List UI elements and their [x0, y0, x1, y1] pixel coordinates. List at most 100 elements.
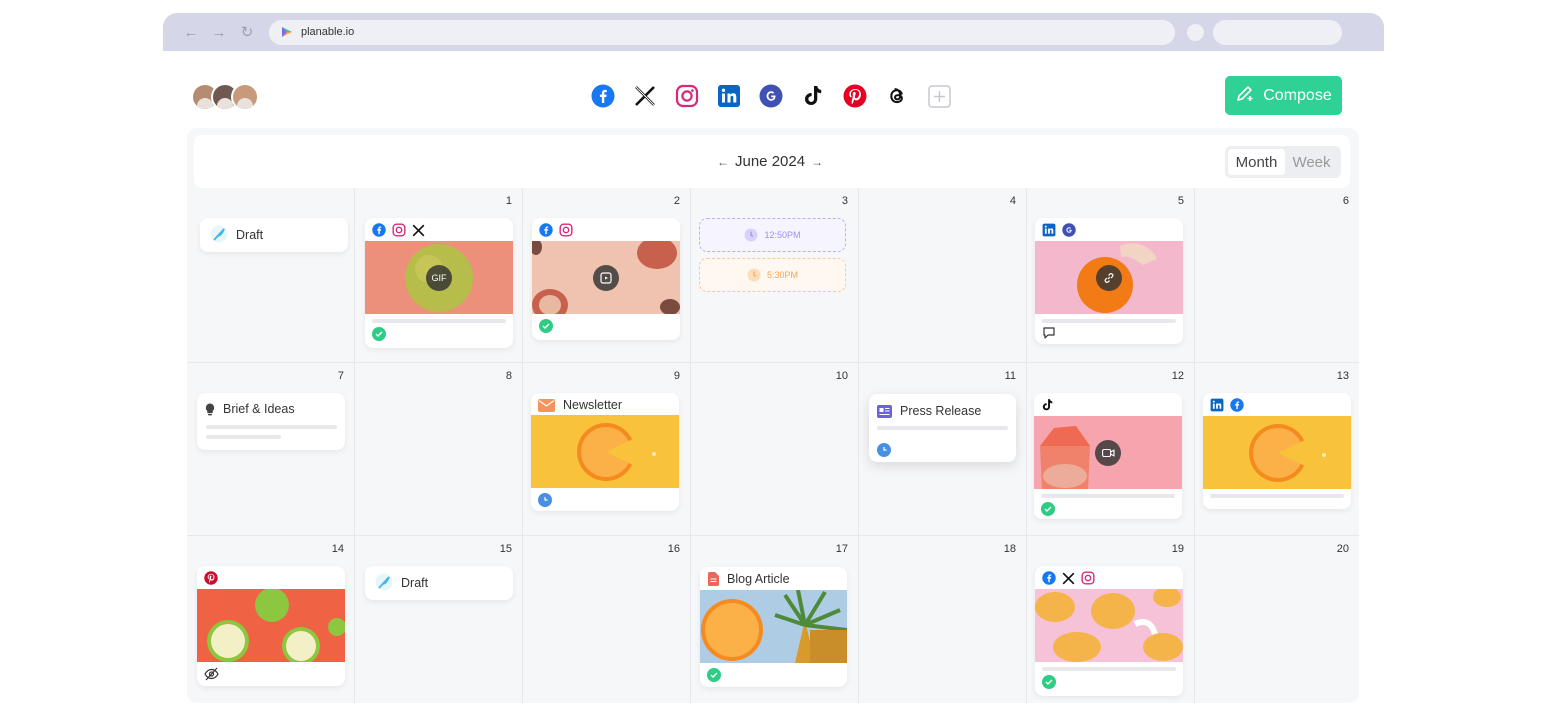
- forward-arrow-icon[interactable]: →: [205, 20, 233, 44]
- browser-window: ← → ↻ planable.io Compose ← June 2024 → …: [163, 13, 1384, 703]
- day-cell[interactable]: 19: [1027, 536, 1195, 703]
- draft-card[interactable]: Draft: [365, 566, 513, 600]
- day-cell[interactable]: 1 GIF: [355, 188, 523, 363]
- day-number: 7: [337, 370, 344, 382]
- instagram-icon: [392, 223, 406, 237]
- day-cell[interactable]: 9 Newsletter: [523, 363, 691, 536]
- post-card[interactable]: GIF: [365, 218, 513, 348]
- draft-card[interactable]: Draft: [200, 218, 348, 252]
- browser-extension-dot[interactable]: [1187, 23, 1204, 41]
- day-number: 17: [835, 543, 848, 555]
- blog-article-card[interactable]: Blog Article: [700, 567, 847, 687]
- day-cell[interactable]: 5: [1027, 188, 1195, 363]
- team-avatars[interactable]: [191, 83, 259, 111]
- add-channel-icon[interactable]: [927, 84, 951, 108]
- post-image: [1034, 416, 1182, 489]
- press-release-card[interactable]: Press Release: [869, 394, 1016, 462]
- day-number: 18: [1003, 543, 1016, 555]
- linkedin-icon[interactable]: [717, 84, 741, 108]
- card-title: Brief & Ideas: [223, 402, 295, 416]
- tab-week[interactable]: Week: [1285, 149, 1338, 175]
- pinterest-icon: [204, 571, 218, 585]
- address-bar[interactable]: planable.io: [269, 19, 1175, 45]
- card-channels: [1042, 223, 1076, 237]
- month-label: June 2024: [735, 153, 806, 170]
- post-card[interactable]: [532, 218, 680, 340]
- day-cell[interactable]: 6: [1195, 188, 1359, 363]
- pinterest-icon[interactable]: [843, 84, 867, 108]
- comment-icon: [1043, 327, 1055, 339]
- day-cell[interactable]: 14: [187, 536, 355, 703]
- post-card[interactable]: [1035, 218, 1183, 344]
- post-card[interactable]: [1035, 566, 1183, 696]
- day-cell[interactable]: 8: [355, 363, 523, 536]
- day-cell[interactable]: 3 12:50PM 5:30PM: [691, 188, 859, 363]
- reload-icon[interactable]: ↻: [233, 20, 261, 44]
- post-image: GIF: [365, 241, 513, 314]
- day-number: 4: [1009, 195, 1016, 207]
- day-cell[interactable]: 11 Press Release: [859, 363, 1027, 536]
- day-number: 8: [505, 370, 512, 382]
- day-number: 9: [673, 370, 680, 382]
- card-channels: [1042, 571, 1095, 585]
- brief-card[interactable]: Brief & Ideas: [197, 393, 345, 450]
- browser-extension-pill[interactable]: [1213, 19, 1342, 45]
- approved-check-icon: [1042, 675, 1056, 689]
- gif-label: GIF: [431, 272, 447, 283]
- approved-check-icon: [372, 327, 386, 341]
- card-channels: [539, 223, 573, 237]
- back-arrow-icon[interactable]: ←: [177, 20, 205, 44]
- day-cell[interactable]: Draft: [187, 188, 355, 363]
- day-cell[interactable]: 4: [859, 188, 1027, 363]
- day-number: 11: [1004, 370, 1016, 382]
- browser-toolbar: ← → ↻ planable.io: [163, 13, 1384, 51]
- compose-button[interactable]: Compose: [1225, 76, 1342, 115]
- card-title: Newsletter: [563, 398, 623, 412]
- day-cell[interactable]: 12: [1027, 363, 1195, 536]
- day-cell[interactable]: 20: [1195, 536, 1359, 703]
- time-slot[interactable]: 12:50PM: [699, 218, 846, 252]
- post-card[interactable]: [1034, 393, 1182, 519]
- link-icon: [1096, 264, 1122, 291]
- hidden-eye-icon: [204, 667, 219, 681]
- x-icon[interactable]: [633, 84, 657, 108]
- post-card[interactable]: [197, 566, 345, 686]
- day-cell[interactable]: 16: [523, 536, 691, 703]
- day-number: 12: [1171, 370, 1184, 382]
- next-month-icon[interactable]: →: [811, 155, 823, 169]
- prev-month-icon[interactable]: ←: [717, 155, 729, 169]
- pencil-plus-icon: [1235, 83, 1255, 108]
- day-number: 2: [673, 195, 680, 207]
- day-number: 3: [841, 195, 848, 207]
- facebook-icon: [1042, 571, 1056, 585]
- card-title: Blog Article: [727, 572, 790, 586]
- day-cell[interactable]: 2: [523, 188, 691, 363]
- day-cell[interactable]: 17 Blog Article: [691, 536, 859, 703]
- social-channels: [591, 84, 951, 108]
- day-cell[interactable]: 10: [691, 363, 859, 536]
- google-icon[interactable]: [759, 84, 783, 108]
- day-cell[interactable]: 15 Draft: [355, 536, 523, 703]
- caption-placeholder: [1042, 319, 1176, 323]
- instagram-icon: [559, 223, 573, 237]
- threads-icon[interactable]: [885, 84, 909, 108]
- instagram-icon[interactable]: [675, 84, 699, 108]
- tiktok-icon[interactable]: [801, 84, 825, 108]
- avatar[interactable]: [231, 83, 259, 111]
- newsletter-card[interactable]: Newsletter: [531, 393, 679, 511]
- x-icon: [412, 224, 425, 236]
- caption-placeholder: [372, 319, 506, 323]
- text-placeholder: [206, 425, 337, 429]
- tab-month[interactable]: Month: [1228, 149, 1285, 175]
- text-placeholder: [206, 435, 281, 439]
- card-title: Draft: [236, 228, 264, 242]
- day-number: 16: [667, 543, 680, 555]
- time-slot[interactable]: 5:30PM: [699, 258, 846, 292]
- day-cell[interactable]: 13: [1195, 363, 1359, 536]
- day-number: 14: [331, 543, 344, 555]
- facebook-icon[interactable]: [591, 84, 615, 108]
- day-cell[interactable]: 18: [859, 536, 1027, 703]
- card-channels: [372, 223, 425, 237]
- post-card[interactable]: [1203, 393, 1351, 509]
- day-cell[interactable]: 7 Brief & Ideas: [187, 363, 355, 536]
